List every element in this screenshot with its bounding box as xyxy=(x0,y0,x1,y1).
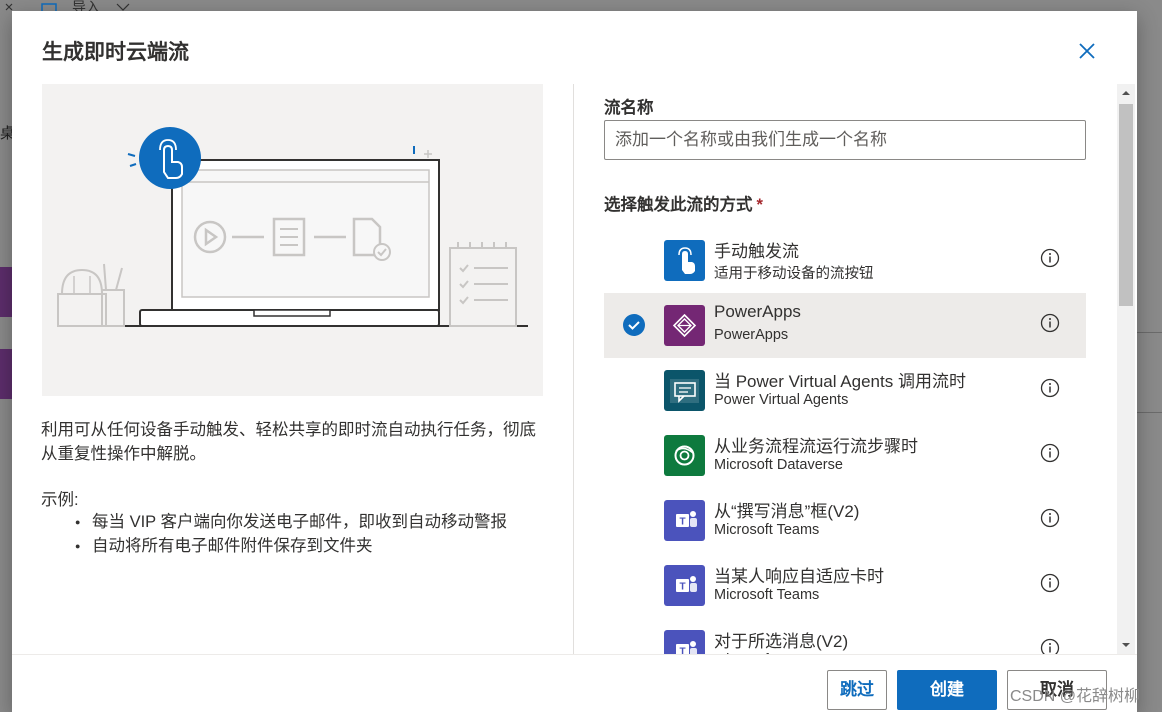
scroll-down-button[interactable] xyxy=(1117,636,1135,654)
info-icon[interactable] xyxy=(1040,638,1060,654)
trigger-connector: Microsoft Teams xyxy=(714,522,820,538)
scrollbar[interactable] xyxy=(1117,84,1135,654)
info-icon[interactable] xyxy=(1040,508,1060,528)
example-item: 自动将所有电子邮件附件保存到文件夹 xyxy=(41,534,551,558)
trigger-title: PowerApps xyxy=(714,302,801,321)
trigger-list: 手动触发流适用于移动设备的流按钮 PowerApps PowerApps 当 Powe… xyxy=(604,228,1086,654)
pane-divider xyxy=(573,84,574,654)
dialog-title: 生成即时云端流 xyxy=(42,41,189,64)
powerapps-icon xyxy=(664,305,705,346)
trigger-connector: 适用于移动设备的流按钮 xyxy=(714,266,874,282)
trigger-option[interactable]: T对于所选消息(V2)Microsoft Teams xyxy=(604,618,1086,654)
svg-text:T: T xyxy=(679,647,685,655)
skip-button[interactable]: 跳过 xyxy=(827,670,887,710)
trigger-option[interactable]: T 当某人响应自适应卡时 Microsoft Teams xyxy=(604,553,1086,618)
create-instant-flow-dialog: 生成即时云端流 利用可从任何设备手动触发、轻松共享的即时流自动执行任务，彻底从重… xyxy=(12,11,1137,712)
arrow-up-icon xyxy=(1122,91,1130,95)
close-button[interactable] xyxy=(1075,39,1099,63)
flow-name-input[interactable] xyxy=(604,120,1086,160)
trigger-option[interactable]: PowerApps PowerApps xyxy=(604,293,1086,358)
info-icon[interactable] xyxy=(1040,378,1060,398)
teams-icon: T xyxy=(664,500,705,541)
pva-chat-icon xyxy=(664,370,705,411)
scroll-up-button[interactable] xyxy=(1117,84,1135,102)
background-divider xyxy=(1137,412,1162,413)
trigger-title: 对于所选消息(V2) xyxy=(714,632,849,651)
trigger-title: 当某人响应自适应卡时 xyxy=(714,567,884,586)
scroll-thumb[interactable] xyxy=(1119,104,1133,306)
example-item: 每当 VIP 客户端向你发送电子邮件，即收到自动移动警报 xyxy=(41,510,551,534)
examples-title: 示例: xyxy=(41,491,79,509)
background-tile xyxy=(0,267,12,317)
flow-form: 流名称 选择触发此流的方式* 手动触发流适用于移动设备的流按钮PowerApps… xyxy=(604,84,1109,654)
trigger-connector: Power Virtual Agents xyxy=(714,392,849,408)
arrow-down-icon xyxy=(1122,643,1130,647)
info-icon[interactable] xyxy=(1040,313,1060,333)
trigger-title: 当 Power Virtual Agents 调用流时 xyxy=(714,372,966,391)
trigger-option[interactable]: 当 Power Virtual Agents 调用流时 Power Virtual… xyxy=(604,358,1086,423)
info-icon[interactable] xyxy=(1040,573,1060,593)
required-mark: * xyxy=(756,196,763,214)
trigger-title: 手动触发流 xyxy=(714,242,799,261)
flow-name-label: 流名称 xyxy=(604,99,654,117)
svg-text:T: T xyxy=(679,517,685,528)
dataverse-icon xyxy=(664,435,705,476)
info-icon[interactable] xyxy=(1040,443,1060,463)
watermark: CSDN @花辞树柳 xyxy=(1010,688,1141,705)
trigger-title: 从“撰写消息”框(V2) xyxy=(714,502,860,521)
background-tile xyxy=(0,349,12,399)
hero-illustration xyxy=(42,84,543,396)
close-icon xyxy=(1079,43,1095,59)
selected-check-icon xyxy=(623,314,645,336)
trigger-option[interactable]: 从业务流程流运行流步骤时 Microsoft Dataverse xyxy=(604,423,1086,488)
info-icon[interactable] xyxy=(1040,248,1060,268)
touch-icon xyxy=(664,240,705,281)
trigger-connector: Microsoft Teams xyxy=(714,587,820,603)
trigger-option[interactable]: T 从“撰写消息”框(V2) Microsoft Teams xyxy=(604,488,1086,553)
trigger-connector: PowerApps xyxy=(714,327,789,343)
footer-divider xyxy=(12,654,1137,655)
examples-list: 每当 VIP 客户端向你发送电子邮件，即收到自动移动警报 自动将所有电子邮件附件… xyxy=(41,510,551,558)
dialog-description: 利用可从任何设备手动触发、轻松共享的即时流自动执行任务，彻底从重复性操作中解脱。 xyxy=(41,421,536,463)
trigger-option[interactable]: 手动触发流适用于移动设备的流按钮 xyxy=(604,228,1086,293)
teams-icon: T xyxy=(664,630,705,654)
create-button[interactable]: 创建 xyxy=(897,670,997,710)
trigger-title: 从业务流程流运行流步骤时 xyxy=(714,437,918,456)
trigger-label-text: 选择触发此流的方式 xyxy=(604,196,753,214)
trigger-label: 选择触发此流的方式 * xyxy=(604,191,763,215)
background-divider xyxy=(1137,332,1162,333)
trigger-connector: Microsoft Dataverse xyxy=(714,457,843,473)
svg-text:T: T xyxy=(679,582,685,593)
teams-icon: T xyxy=(664,565,705,606)
